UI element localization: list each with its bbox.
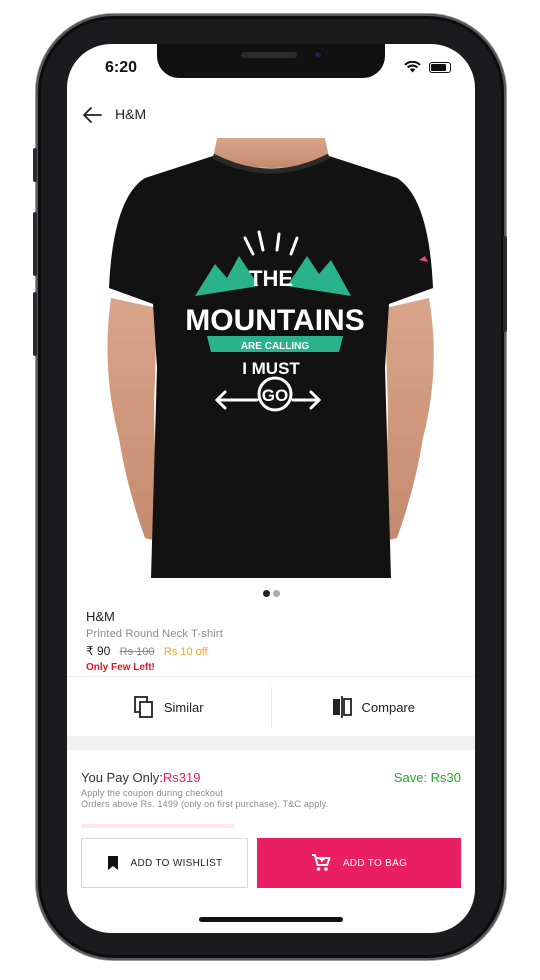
- app-header: H&M: [67, 94, 475, 139]
- product-name: Printed Round Neck T-shirt: [86, 628, 224, 640]
- selling-price: ₹ 90: [86, 644, 111, 658]
- home-indicator[interactable]: [199, 917, 343, 922]
- bookmark-icon: [107, 856, 118, 870]
- notch: [157, 44, 385, 78]
- similar-button[interactable]: Similar: [67, 677, 271, 737]
- battery-icon: [429, 61, 451, 73]
- progress-bar: [81, 824, 235, 828]
- carousel-dot[interactable]: [272, 590, 280, 597]
- compare-icon: [332, 696, 352, 718]
- print-text-are-calling: ARE CALLING: [241, 341, 310, 352]
- print-text-i-must: I MUST: [242, 359, 300, 378]
- page-title: H&M: [115, 106, 147, 122]
- volume-up-button: [33, 212, 37, 276]
- coupon-note: Apply the coupon during checkout: [81, 788, 223, 798]
- product-image[interactable]: THE MOUNTAINS ARE CALLING I MUST GO: [67, 138, 475, 581]
- add-to-bag-button[interactable]: ADD TO BAG: [257, 838, 461, 888]
- volume-down-button: [33, 292, 37, 356]
- phone-screen: 6:20 H&M THE MOUNTAINS ARE CALLING I MUS…: [67, 44, 475, 933]
- price-row: ₹ 90 Rs 100 Rs 10 off: [86, 644, 223, 658]
- cart-icon: [311, 854, 331, 871]
- product-brand: H&M: [86, 609, 115, 624]
- product-info: H&M Printed Round Neck T-shirt ₹ 90 Rs 1…: [86, 609, 223, 673]
- similar-label: Similar: [163, 699, 204, 715]
- front-camera: [313, 50, 323, 60]
- coupon-terms: Orders above Rs. 1499 (only on first pur…: [81, 799, 329, 809]
- save-amount: Save: Rs30: [393, 770, 461, 785]
- action-bar: Similar Compare: [67, 676, 475, 737]
- compare-button[interactable]: Compare: [272, 677, 476, 737]
- cta-buttons: ADD TO WISHLIST ADD TO BAG: [81, 838, 461, 888]
- stock-note: Only Few Left!: [86, 662, 155, 673]
- mute-switch: [33, 148, 37, 182]
- mrp-price: Rs 100: [119, 646, 155, 658]
- status-icons: [404, 61, 451, 73]
- status-time: 6:20: [105, 59, 138, 76]
- print-text-mountains: MOUNTAINS: [185, 304, 364, 337]
- pay-label: You Pay Only:: [81, 770, 163, 785]
- speaker: [241, 52, 297, 58]
- payment-summary: You Pay Only:Rs319 Save: Rs30 Apply the …: [81, 770, 461, 809]
- bag-label: ADD TO BAG: [342, 857, 408, 869]
- pay-amount: Rs319: [162, 770, 201, 785]
- print-text-the: THE: [249, 266, 293, 291]
- carousel-dot[interactable]: [262, 590, 270, 597]
- add-to-wishlist-button[interactable]: ADD TO WISHLIST: [81, 838, 248, 888]
- carousel-dots[interactable]: [67, 590, 475, 597]
- power-button: [503, 236, 507, 332]
- section-divider: [67, 736, 475, 750]
- wishlist-label: ADD TO WISHLIST: [130, 857, 223, 869]
- discount-text: Rs 10 off: [163, 646, 208, 658]
- wifi-icon: [404, 61, 421, 73]
- compare-label: Compare: [361, 699, 415, 715]
- copy-icon: [133, 696, 153, 718]
- back-arrow-icon[interactable]: [81, 104, 103, 126]
- print-text-go: GO: [262, 386, 288, 405]
